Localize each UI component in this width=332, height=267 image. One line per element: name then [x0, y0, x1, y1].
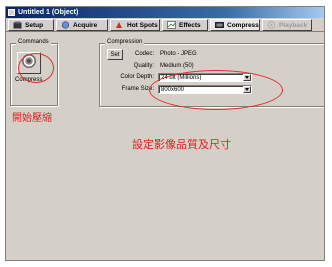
compress-icon	[215, 21, 224, 29]
hot-spots-icon	[115, 21, 124, 29]
codec-label: Codec:	[134, 51, 154, 57]
tab-bar: Setup Acquire Hot Spots Effects Compress	[6, 18, 324, 32]
annotation-set-quality-size: 設定影像品質及尺寸	[132, 138, 231, 151]
app-icon	[8, 9, 15, 16]
quality-value: Medium (50)	[160, 63, 194, 69]
tab-compress[interactable]: Compress	[210, 19, 260, 31]
tab-compress-label: Compress	[227, 21, 259, 29]
playback-icon	[267, 21, 276, 29]
compress-panel: Commands Compress Compression Set Codec:…	[6, 32, 324, 260]
codec-value: Photo - JPEG	[160, 51, 197, 57]
tab-acquire-label: Acquire	[73, 21, 98, 29]
compression-group-label: Compression	[105, 39, 145, 45]
tab-playback[interactable]: Playback	[262, 19, 312, 31]
commands-group-label: Commands	[16, 39, 51, 45]
effects-icon	[167, 21, 176, 29]
setup-icon	[13, 21, 22, 29]
window-title: Untitled 1 (Object)	[18, 9, 79, 16]
tab-setup[interactable]: Setup	[8, 19, 54, 31]
annotation-start-compress: 開始壓縮	[12, 113, 52, 124]
tab-hot-spots-label: Hot Spots	[127, 21, 158, 29]
app-window: Untitled 1 (Object) Setup Acquire Hot Sp…	[5, 6, 325, 261]
tab-effects[interactable]: Effects	[162, 19, 208, 31]
acquire-icon	[61, 21, 70, 29]
tab-effects-label: Effects	[179, 21, 201, 29]
tab-hot-spots[interactable]: Hot Spots	[110, 19, 160, 31]
color-depth-label: Color Depth:	[120, 74, 154, 80]
compress-highlight-circle	[18, 53, 54, 83]
title-bar: Untitled 1 (Object)	[6, 7, 324, 18]
quality-label: Quality:	[133, 63, 154, 69]
tab-playback-label: Playback	[279, 21, 308, 29]
tab-acquire[interactable]: Acquire	[56, 19, 108, 31]
frame-size-label: Frame Size:	[121, 86, 154, 92]
settings-highlight-circle	[149, 70, 283, 110]
tab-setup-label: Setup	[25, 21, 44, 29]
